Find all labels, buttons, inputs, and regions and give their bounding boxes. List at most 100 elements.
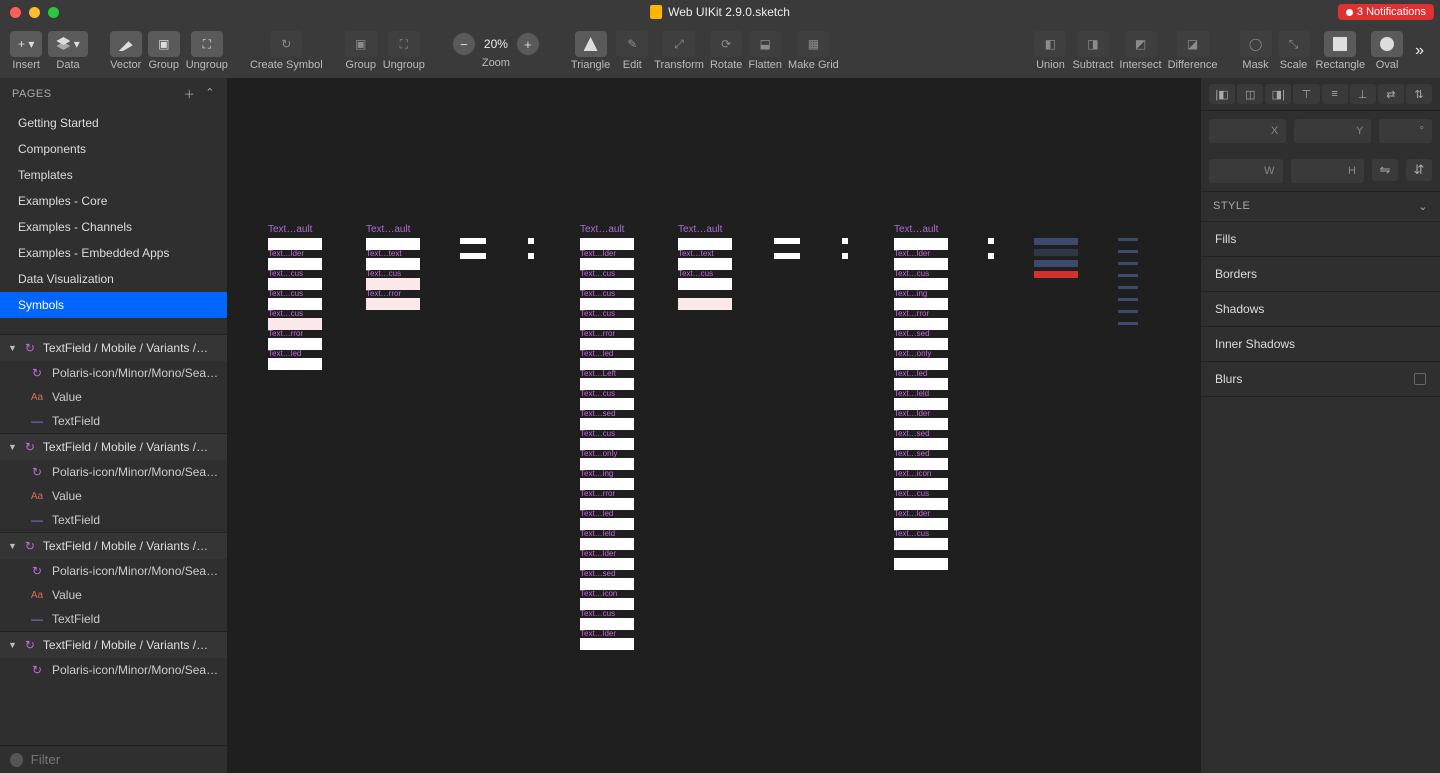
align-center-v-icon[interactable]: ≡ (1322, 84, 1348, 104)
insert-button[interactable]: + ▾ (10, 31, 42, 57)
artboard[interactable] (1118, 286, 1138, 289)
collapse-pages-icon[interactable]: ⌃ (205, 86, 215, 102)
page-item[interactable]: Components (0, 136, 227, 162)
blurs-row[interactable]: Blurs (1201, 362, 1440, 397)
artboard[interactable] (1118, 262, 1138, 265)
layer-item[interactable]: —TextField (0, 409, 227, 433)
page-item[interactable]: Examples - Core (0, 188, 227, 214)
artboard[interactable] (1034, 238, 1078, 245)
layer-folder[interactable]: ▼↻TextField / Mobile / Variants /… (0, 532, 227, 559)
align-bottom-icon[interactable]: ⊥ (1350, 84, 1376, 104)
layer-folder[interactable]: ▼↻TextField / Mobile / Variants /… (0, 433, 227, 460)
page-item[interactable]: Templates (0, 162, 227, 188)
layer-item[interactable]: —TextField (0, 607, 227, 631)
page-item[interactable]: Examples - Embedded Apps (0, 240, 227, 266)
layer-item[interactable]: ↻Polaris-icon/Minor/Mono/Sea… (0, 460, 227, 484)
disclosure-triangle-icon[interactable]: ▼ (8, 442, 17, 452)
align-left-icon[interactable]: |◧ (1209, 84, 1235, 104)
layer-item[interactable]: —TextField (0, 508, 227, 532)
blurs-toggle-icon[interactable] (1414, 373, 1426, 385)
align-center-h-icon[interactable]: ◫ (1237, 84, 1263, 104)
artboard[interactable] (774, 253, 800, 259)
rectangle-button[interactable] (1324, 31, 1356, 57)
ungroup-button[interactable]: ⛶ (191, 31, 223, 57)
artboard[interactable] (528, 238, 534, 244)
layer-item[interactable]: AaValue (0, 583, 227, 607)
flip-horizontal-icon[interactable]: ⇋ (1372, 159, 1398, 181)
align-top-icon[interactable]: ⊤ (1293, 84, 1319, 104)
artboard[interactable] (678, 298, 732, 310)
subtract-button[interactable]: ◨ (1077, 31, 1109, 57)
position-x-field[interactable]: X (1209, 119, 1286, 143)
rotation-field[interactable]: ° (1379, 119, 1432, 143)
distribute-h-icon[interactable]: ⇄ (1378, 84, 1404, 104)
artboard[interactable] (528, 253, 534, 259)
canvas[interactable]: Text…aultText…lderText…cusText…cusText…c… (228, 78, 1200, 773)
artboard[interactable]: Text…rror (366, 298, 420, 310)
artboard[interactable] (894, 558, 948, 570)
artboard[interactable] (988, 253, 994, 259)
zoom-value[interactable]: 20% (479, 37, 513, 51)
artboard[interactable] (1034, 260, 1078, 267)
create-symbol-button[interactable]: ↻ (270, 31, 302, 57)
page-item[interactable]: Examples - Channels (0, 214, 227, 240)
borders-row[interactable]: Borders (1201, 257, 1440, 292)
zoom-in-button[interactable]: + (517, 33, 539, 55)
artboard[interactable] (842, 253, 848, 259)
artboard[interactable] (988, 238, 994, 244)
distribute-v-icon[interactable]: ⇅ (1406, 84, 1432, 104)
layer-folder[interactable]: ▼↻TextField / Mobile / Variants /… (0, 631, 227, 658)
artboard[interactable] (1118, 310, 1138, 313)
disclosure-triangle-icon[interactable]: ▼ (8, 541, 17, 551)
close-window-icon[interactable] (10, 7, 21, 18)
page-item[interactable]: Symbols (0, 292, 227, 318)
artboard[interactable] (1118, 238, 1138, 241)
flip-vertical-icon[interactable]: ⇵ (1406, 159, 1432, 181)
disclosure-triangle-icon[interactable]: ▼ (8, 640, 17, 650)
triangle-button[interactable] (575, 31, 607, 57)
artboard[interactable] (1118, 298, 1138, 301)
artboard[interactable] (460, 253, 486, 259)
transform-button[interactable]: ⤢ (663, 31, 695, 57)
artboard[interactable] (1118, 250, 1138, 253)
layer-item[interactable]: ↻Polaris-icon/Minor/Mono/Sea… (0, 658, 227, 682)
make-grid-button[interactable]: ▦ (797, 31, 829, 57)
shadows-row[interactable]: Shadows (1201, 292, 1440, 327)
disclosure-triangle-icon[interactable]: ▼ (8, 343, 17, 353)
union-button[interactable]: ◧ (1034, 31, 1066, 57)
artboard[interactable]: Text…led (268, 358, 322, 370)
flatten-button[interactable]: ⬓ (749, 31, 781, 57)
filter-input[interactable] (31, 752, 217, 767)
artboard[interactable] (460, 238, 486, 244)
artboard[interactable] (1034, 271, 1078, 278)
group-button[interactable]: ▣ (148, 31, 180, 57)
intersect-button[interactable]: ◩ (1125, 31, 1157, 57)
artboard[interactable]: Text…cus (678, 278, 732, 290)
layer-folder[interactable]: ▼↻TextField / Mobile / Variants /… (0, 334, 227, 361)
height-field[interactable]: H (1291, 159, 1365, 183)
maximize-window-icon[interactable] (48, 7, 59, 18)
add-page-icon[interactable]: ＋ (184, 86, 196, 102)
width-field[interactable]: W (1209, 159, 1283, 183)
ungroup2-button[interactable]: ⛶ (388, 31, 420, 57)
difference-button[interactable]: ◪ (1177, 31, 1209, 57)
artboard[interactable]: Text…cus (894, 538, 948, 550)
zoom-out-button[interactable]: − (453, 33, 475, 55)
data-button[interactable]: ▾ (48, 31, 87, 57)
layer-item[interactable]: AaValue (0, 484, 227, 508)
layer-item[interactable]: AaValue (0, 385, 227, 409)
layer-item[interactable]: ↻Polaris-icon/Minor/Mono/Sea… (0, 559, 227, 583)
oval-button[interactable] (1371, 31, 1403, 57)
artboard[interactable] (1118, 322, 1138, 325)
layer-item[interactable]: ↻Polaris-icon/Minor/Mono/Sea… (0, 361, 227, 385)
group2-button[interactable]: ▣ (345, 31, 377, 57)
rotate-button[interactable]: ⟳ (710, 31, 742, 57)
mask-button[interactable]: ◯ (1240, 31, 1272, 57)
inner-shadows-row[interactable]: Inner Shadows (1201, 327, 1440, 362)
edit-button[interactable]: ✎ (616, 31, 648, 57)
toolbar-overflow-icon[interactable]: » (1409, 42, 1430, 60)
page-item[interactable]: Getting Started (0, 110, 227, 136)
fills-row[interactable]: Fills (1201, 222, 1440, 257)
align-right-icon[interactable]: ◨| (1265, 84, 1291, 104)
artboard[interactable] (842, 238, 848, 244)
